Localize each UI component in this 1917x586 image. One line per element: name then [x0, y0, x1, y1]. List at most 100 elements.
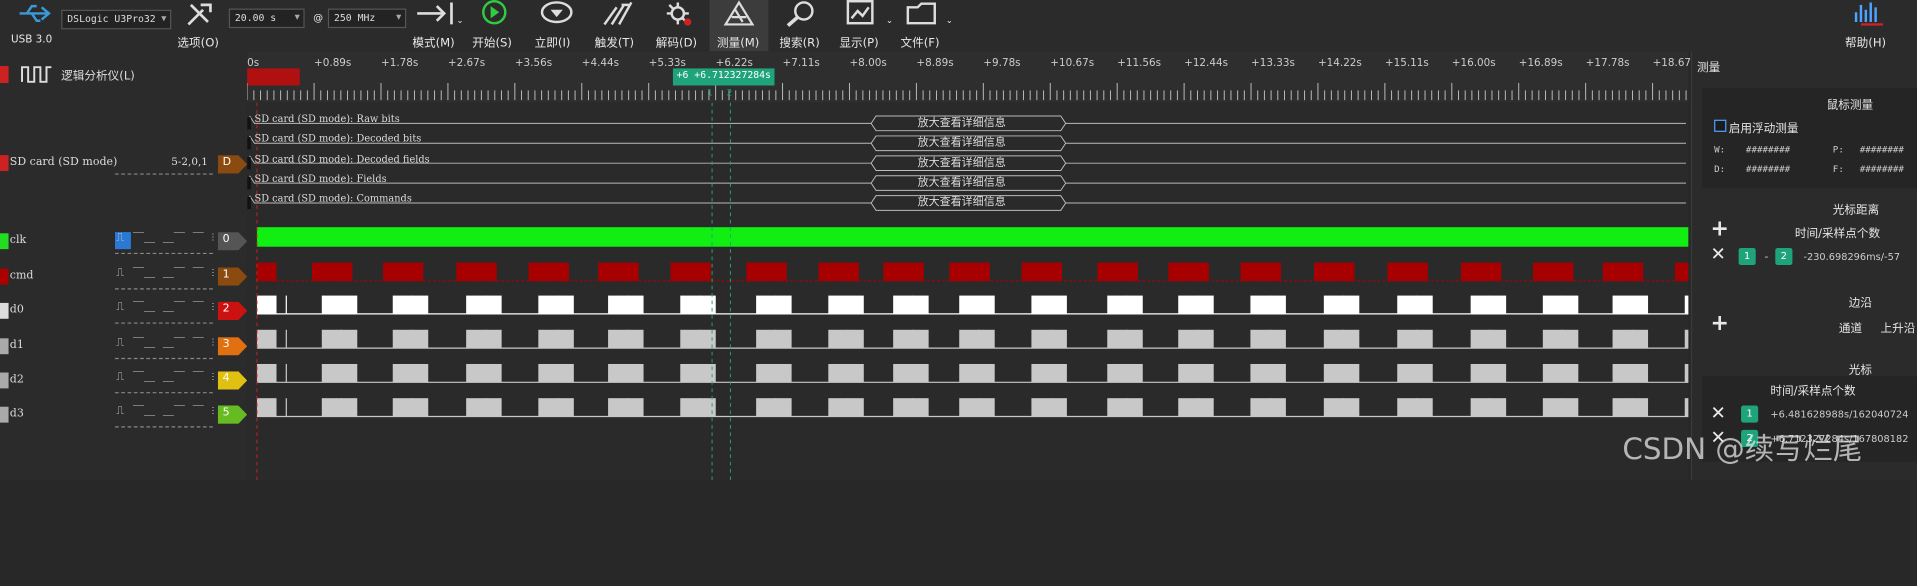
ruler-tick-label: 0s [247, 57, 260, 70]
cmd-pulse [1314, 262, 1355, 281]
measure-icon[interactable] [722, 0, 756, 27]
cursor1-value: +6.481628988s/162040724 [1770, 409, 1909, 421]
channel-name[interactable]: clk [10, 235, 26, 247]
cmd-pulse [528, 262, 569, 281]
cmd-pulse [746, 262, 787, 281]
channel-badge[interactable]: 3 [217, 337, 248, 356]
decoder-row-marker [247, 117, 251, 130]
d3-pulse [959, 398, 995, 417]
clk-signal [256, 227, 1689, 247]
options-icon[interactable] [184, 0, 216, 27]
cmd-pulse [1240, 262, 1282, 281]
mode-icon[interactable] [415, 0, 457, 27]
channel-name[interactable]: cmd [10, 270, 34, 282]
trigger-options[interactable]: ⎍ ⎺⎽ ⎽⎺ ⎺ ⫶ [116, 302, 215, 314]
d0-pulse [893, 295, 929, 314]
duration-value: 20.00 s [234, 12, 277, 24]
cmd-pulse [949, 262, 990, 281]
ruler-tick-label: +8.00s [849, 57, 887, 70]
close-icon[interactable]: ✕ [1710, 243, 1725, 265]
add-edge-icon[interactable]: + [1710, 310, 1728, 336]
rate-select[interactable]: 250 MHz ▼ [327, 8, 407, 29]
chevron-down-icon: ▼ [396, 12, 402, 22]
channel-badge[interactable]: 0 [217, 232, 248, 251]
d3-pulse [392, 398, 429, 417]
help-icon[interactable] [1851, 0, 1888, 27]
f-label: F: [1832, 163, 1844, 175]
decoder-badge[interactable]: D [217, 155, 248, 174]
chevron-down-icon: ⌄ [885, 15, 894, 26]
decoder-name[interactable]: SD card (SD mode) [10, 156, 118, 168]
float-checkbox-label[interactable]: 启用浮动测量 [1729, 118, 1799, 135]
trigger-options[interactable]: ⎍ ⎺⎽ ⎽⎺ ⎺ ⫶ [116, 267, 215, 279]
ruler-tick-label: +8.89s [916, 57, 954, 70]
folder-icon[interactable] [905, 0, 939, 27]
file-button[interactable]: 文件(F) [900, 33, 939, 50]
channel-badge[interactable]: 2 [217, 301, 248, 321]
cmd-pulse [382, 262, 424, 281]
search-button[interactable]: 搜索(R) [779, 33, 819, 50]
cursor-dist-title: 光标距离 [1832, 203, 1880, 218]
decoder-row-label: SD card (SD mode): Fields [254, 173, 387, 185]
d2-pulse [466, 363, 502, 383]
p-label: P: [1832, 144, 1844, 156]
ruler-tick-label: +7.11s [782, 57, 820, 70]
d1-pulse [1542, 329, 1579, 349]
device-select[interactable]: DSLogic U3Pro32 ▼ [61, 9, 172, 30]
trigger-options[interactable]: ⎍ ⎺⎽ ⎽⎺ ⎺ ⫶ [116, 232, 215, 244]
mode-button[interactable]: 模式(M) [412, 33, 454, 50]
d2-pulse [893, 363, 929, 383]
ruler-tick-label: +3.56s [514, 57, 553, 70]
channel-badge[interactable]: 5 [217, 405, 248, 424]
instant-button[interactable]: 立即(I) [535, 33, 571, 50]
d1-pulse [756, 329, 792, 349]
add-dist-icon[interactable]: + [1710, 216, 1728, 242]
cursor-badge-2[interactable]: 2 [727, 88, 732, 98]
decode-icon[interactable] [661, 0, 695, 27]
start-icon[interactable] [477, 0, 511, 27]
duration-select[interactable]: 20.00 s ▼ [228, 8, 305, 29]
decoder-row-marker [247, 196, 251, 210]
decoder-row-info: 放大查看详细信息 [917, 196, 1006, 210]
d1-pulse [1031, 329, 1067, 349]
d0-pulse [1323, 295, 1360, 314]
cmd-pulse [1168, 262, 1209, 281]
d0-pulse [1684, 295, 1689, 314]
channel-underline [115, 426, 213, 428]
cursor-tag[interactable]: +6 +6.712327284s [672, 68, 775, 86]
trigger-button[interactable]: 触发(T) [595, 33, 634, 50]
start-button[interactable]: 开始(S) [472, 33, 512, 50]
trigger-options[interactable]: ⎍ ⎺⎽ ⎽⎺ ⎺ ⫶ [116, 406, 215, 418]
channel-name[interactable]: d1 [10, 340, 24, 352]
cursor-tag-prefix: +6 [676, 69, 689, 81]
help-button[interactable]: 帮助(H) [1845, 33, 1886, 50]
channel-name[interactable]: d2 [10, 374, 24, 386]
trigger-icon[interactable] [600, 0, 634, 27]
d1-pulse [1323, 329, 1360, 349]
analyzer-color [0, 65, 9, 84]
d1-pulse [893, 329, 929, 349]
d2-pulse [1542, 363, 1579, 383]
float-checkbox[interactable] [1714, 119, 1727, 132]
search-icon[interactable] [784, 0, 818, 27]
display-icon[interactable] [844, 0, 878, 27]
channel-name[interactable]: d3 [10, 408, 24, 420]
close-icon[interactable]: ✕ [1710, 402, 1725, 424]
channel-name[interactable]: d0 [10, 304, 24, 316]
cursor-tag-value: +6.712327284s [694, 69, 771, 81]
instant-icon[interactable] [540, 0, 574, 27]
time-ruler[interactable]: 0s +0.89s +1.78s +2.67s +3.56s +4.44s +5.33s +6… [247, 51, 1763, 103]
channel-badge[interactable]: 1 [217, 267, 248, 286]
channel-color [0, 338, 9, 355]
decoder-row-info: 放大查看详细信息 [917, 176, 1006, 190]
trigger-options[interactable]: ⎍ ⎺⎽ ⎽⎺ ⎺ ⫶ [116, 337, 215, 349]
measure-button[interactable]: 测量(M) [717, 33, 759, 50]
channel-badge[interactable]: 4 [217, 371, 248, 390]
display-button[interactable]: 显示(P) [839, 33, 878, 50]
d3-pulse [1250, 398, 1286, 417]
options-button[interactable]: 选项(O) [177, 33, 218, 50]
waveform-area[interactable]: SD card (SD mode): Raw bits 放大查看详细信息 SD c… [247, 102, 1689, 481]
decode-button[interactable]: 解码(D) [656, 33, 697, 50]
cursor-badge-1[interactable]: 1 [707, 88, 712, 98]
trigger-options[interactable]: ⎍ ⎺⎽ ⎽⎺ ⎺ ⫶ [116, 371, 215, 383]
